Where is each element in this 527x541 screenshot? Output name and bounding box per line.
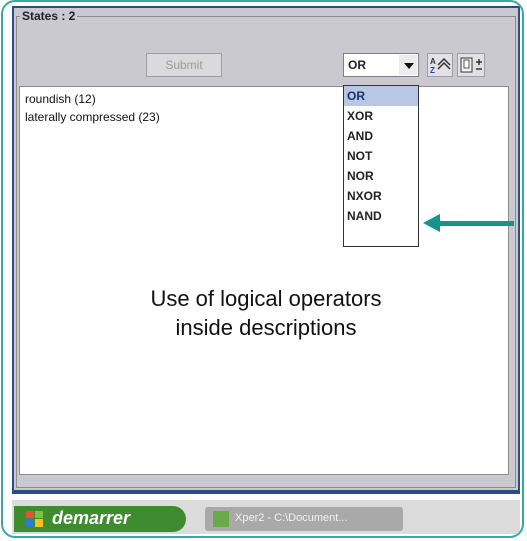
operator-option-nand[interactable]: NAND xyxy=(344,206,418,226)
operator-option-and[interactable]: AND xyxy=(344,126,418,146)
taskbar: demarrer Xper2 - C:\Document... xyxy=(12,494,520,534)
taskbar-item-xper2[interactable]: Xper2 - C:\Document... xyxy=(205,507,403,531)
list-item[interactable]: roundish (12) xyxy=(25,92,96,106)
slide-frame: States : 2 Submit OR A Z roundish (12) l… xyxy=(1,0,524,538)
annotation-line-2: inside descriptions xyxy=(175,315,357,340)
pointer-arrow-icon xyxy=(423,214,440,232)
annotation-caption: Use of logical operators inside descript… xyxy=(116,284,416,342)
app-icon xyxy=(213,511,229,527)
chevron-down-icon[interactable] xyxy=(399,55,417,75)
expand-icon xyxy=(460,57,482,73)
sort-button[interactable]: A Z xyxy=(427,53,453,77)
operator-option-nor[interactable]: NOR xyxy=(344,166,418,186)
windows-logo-icon xyxy=(26,511,43,527)
operator-dropdown-list: OR XOR AND NOT NOR NXOR NAND xyxy=(343,85,419,247)
start-button[interactable]: demarrer xyxy=(14,506,186,532)
start-label: demarrer xyxy=(52,508,131,528)
states-window: States : 2 Submit OR A Z roundish (12) l… xyxy=(12,6,520,494)
expand-button[interactable] xyxy=(457,53,485,77)
operator-option-xor[interactable]: XOR xyxy=(344,106,418,126)
list-item[interactable]: laterally compressed (23) xyxy=(25,110,160,124)
annotation-line-1: Use of logical operators xyxy=(150,286,382,311)
pointer-arrow-shaft xyxy=(436,221,514,226)
svg-text:Z: Z xyxy=(430,66,435,75)
svg-text:A: A xyxy=(430,57,436,66)
group-title: States : 2 xyxy=(20,9,78,23)
operator-option-not[interactable]: NOT xyxy=(344,146,418,166)
taskbar-item-label: Xper2 - C:\Document... xyxy=(235,512,348,524)
operator-option-or[interactable]: OR xyxy=(344,86,418,106)
operator-selected-value: OR xyxy=(348,58,366,72)
submit-button[interactable]: Submit xyxy=(146,53,222,77)
states-list: roundish (12) laterally compressed (23) xyxy=(19,86,509,475)
sort-az-icon: A Z xyxy=(430,57,451,75)
operator-select[interactable]: OR xyxy=(343,53,419,77)
operator-option-nxor[interactable]: NXOR xyxy=(344,186,418,206)
